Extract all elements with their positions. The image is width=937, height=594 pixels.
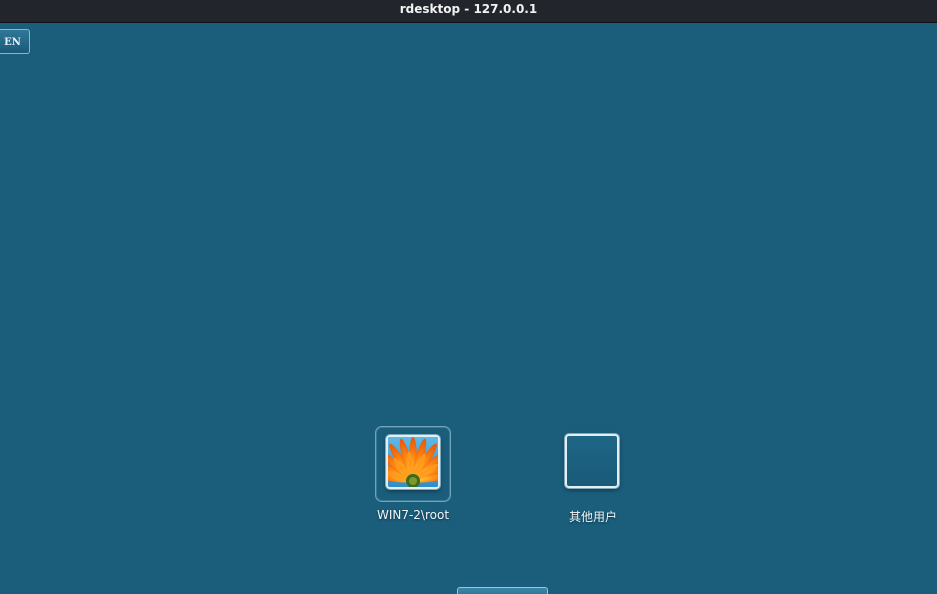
window-title: rdesktop - 127.0.0.1 <box>399 2 538 16</box>
user-name-label: 其他用户 <box>568 510 617 524</box>
blank-user-tile-icon <box>565 434 619 488</box>
user-tile-frame <box>375 426 451 502</box>
orange-flower-icon <box>386 435 440 489</box>
login-screen: EN WIN7-2\root 其他用户 <box>0 23 937 594</box>
user-tile-frame <box>555 426 631 502</box>
user-tile-other-user[interactable]: 其他用户 <box>538 426 648 525</box>
user-tile-root[interactable]: WIN7-2\root <box>358 426 468 522</box>
switch-user-button[interactable] <box>457 587 548 594</box>
window-titlebar: rdesktop - 127.0.0.1 <box>0 0 937 23</box>
input-language-button[interactable]: EN <box>0 29 30 54</box>
user-name-label: WIN7-2\root <box>376 508 450 522</box>
